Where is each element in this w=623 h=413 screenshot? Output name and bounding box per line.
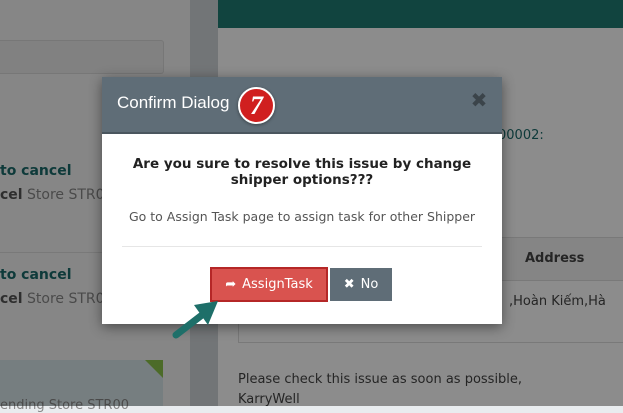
logo-text: 7: [250, 91, 263, 120]
dialog-question: Are you sure to resolve this issue by ch…: [132, 156, 472, 188]
pointer-arrow-icon: [172, 301, 218, 339]
dialog-info: Go to Assign Task page to assign task fo…: [128, 209, 476, 224]
no-label: No: [360, 277, 379, 292]
dialog-header: Confirm Dialog 7 ✖: [102, 77, 502, 134]
confirm-dialog: Confirm Dialog 7 ✖ Are you sure to resol…: [102, 77, 502, 324]
close-icon[interactable]: ✖: [468, 89, 490, 111]
brand-logo-icon: 7: [238, 87, 275, 124]
divider: [122, 246, 482, 247]
share-arrow-icon: ➦: [225, 277, 237, 292]
close-icon: ✖: [343, 277, 355, 292]
no-button[interactable]: ✖ No: [330, 268, 392, 301]
dialog-title: Confirm Dialog: [117, 93, 230, 112]
assign-task-label: AssignTask: [242, 277, 313, 292]
